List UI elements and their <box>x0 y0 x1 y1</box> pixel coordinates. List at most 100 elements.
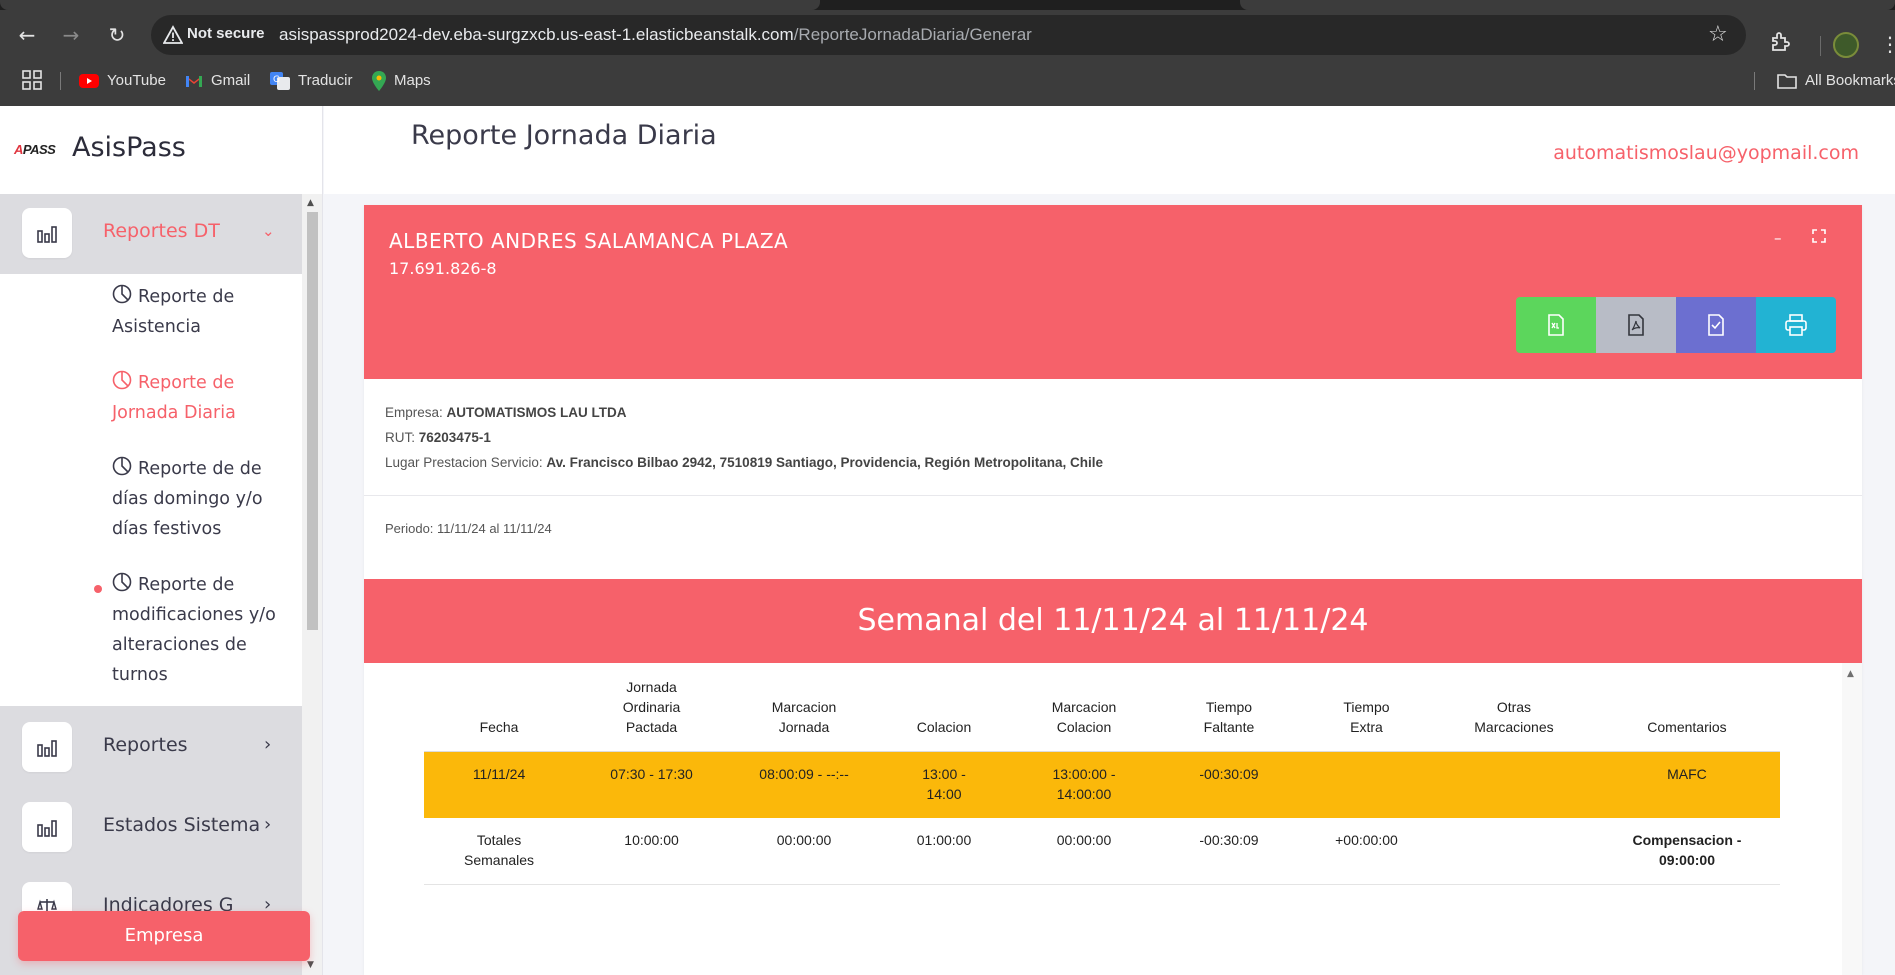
sidebar-scrollbar[interactable]: ▲ ▼ <box>302 194 322 975</box>
logo-text-a: A <box>14 142 23 157</box>
sidebar: APASS AsisPass Reportes DT ⌄ Reporte de … <box>0 106 323 975</box>
table-cell: -00:30:09 <box>1158 818 1299 885</box>
table-cell: 11/11/24 <box>424 751 575 818</box>
column-header: Fecha <box>424 673 575 752</box>
sidebar-group-estados-sistema[interactable]: Estados Sistema › <box>0 786 302 866</box>
scroll-up-icon[interactable]: ▲ <box>307 198 314 208</box>
warning-icon[interactable] <box>163 25 183 45</box>
sidebar-submenu: Reporte de Asistencia Reporte de Jornada… <box>0 274 302 706</box>
more-menu-icon[interactable]: ⋮ <box>1880 34 1895 54</box>
maps-icon <box>372 71 386 92</box>
sidebar-group-reportes[interactable]: Reportes › <box>0 706 302 786</box>
bookmark-maps[interactable]: Maps <box>372 70 431 92</box>
security-label[interactable]: Not secure <box>187 25 265 42</box>
table-cell: 10:00:00 <box>574 818 730 885</box>
brand-logo[interactable]: APASS <box>14 142 56 157</box>
table-header-row: Fecha Jornada Ordinaria Pactada Marcacio… <box>424 673 1780 752</box>
sidebar-item-reporte-domingos[interactable]: Reporte de de días domingo y/o días fest… <box>112 454 292 544</box>
logo-text-b: PASS <box>22 142 56 157</box>
tab-active[interactable] <box>0 0 820 10</box>
bookmark-star-icon[interactable]: ☆ <box>1708 23 1732 47</box>
address-bar[interactable]: Not secure asispassprod2024-dev.eba-surg… <box>151 15 1746 55</box>
svg-text:G: G <box>273 75 280 85</box>
export-pdf-button[interactable] <box>1596 297 1676 353</box>
brand-name: AsisPass <box>72 132 186 163</box>
scrollbar-thumb[interactable] <box>307 212 318 630</box>
minimize-icon[interactable]: – <box>1774 229 1782 247</box>
pie-clock-icon <box>112 572 132 592</box>
lugar-value: Av. Francisco Bilbao 2942, 7510819 Santi… <box>546 455 1104 470</box>
sidebar-group-label: Estados Sistema <box>103 814 261 836</box>
export-button-group <box>1516 297 1836 353</box>
bookmark-gmail[interactable]: Gmail <box>185 70 250 92</box>
forward-icon[interactable]: → <box>56 20 86 50</box>
browser-toolbar: ← → ↻ Not secure asispassprod2024-dev.eb… <box>0 0 1895 106</box>
column-header: Otras Marcaciones <box>1433 673 1594 752</box>
sidebar-item-reporte-modificaciones[interactable]: Reporte de modificaciones y/o alteracion… <box>112 570 292 690</box>
section-divider <box>364 495 1862 496</box>
column-header: Marcacion Colacion <box>1009 673 1159 752</box>
table-container: Fecha Jornada Ordinaria Pactada Marcacio… <box>364 663 1842 975</box>
table-cell: 13:00:00 - 14:00:00 <box>1009 751 1159 818</box>
chevron-right-icon: › <box>264 814 272 835</box>
table-cell: MAFC <box>1593 751 1780 818</box>
all-bookmarks-label: All Bookmarks <box>1805 72 1895 89</box>
bookmarks-divider <box>60 72 61 90</box>
apps-grid-icon[interactable] <box>22 70 42 90</box>
printer-icon <box>1785 314 1807 336</box>
toolbar-divider <box>1820 36 1821 56</box>
table-cell: 00:00:00 <box>729 818 880 885</box>
url-host: asispassprod2024-dev.eba-surgzxcb.us-eas… <box>279 25 794 44</box>
bookmark-youtube[interactable]: YouTube <box>79 70 166 92</box>
translate-icon: G <box>270 72 290 91</box>
table-cell <box>1433 751 1594 818</box>
employee-rut: 17.691.826-8 <box>389 259 497 278</box>
bookmark-translate[interactable]: G Traducir <box>270 70 352 92</box>
brand-header: APASS AsisPass <box>0 106 322 194</box>
column-header: Colacion <box>879 673 1009 752</box>
scroll-up-icon[interactable]: ▲ <box>1847 669 1854 679</box>
table-cell: +00:00:00 <box>1298 818 1434 885</box>
column-header: Comentarios <box>1593 673 1780 752</box>
company-rut-line: RUT: 76203475-1 <box>385 425 1103 450</box>
back-icon[interactable]: ← <box>12 20 42 50</box>
all-bookmarks[interactable]: All Bookmarks <box>1777 70 1895 92</box>
user-email[interactable]: automatismoslau@yopmail.com <box>1553 142 1859 164</box>
bar-chart-icon <box>22 208 72 258</box>
table-cell: 01:00:00 <box>879 818 1009 885</box>
column-header: Jornada Ordinaria Pactada <box>574 673 730 752</box>
table-cell: Totales Semanales <box>424 818 575 885</box>
url-text[interactable]: asispassprod2024-dev.eba-surgzxcb.us-eas… <box>279 25 1032 45</box>
profile-avatar[interactable] <box>1833 32 1859 58</box>
export-signed-doc-button[interactable] <box>1676 297 1756 353</box>
tab-inactive[interactable] <box>1240 0 1895 10</box>
empresa-button[interactable]: Empresa <box>18 911 310 961</box>
scroll-down-icon[interactable]: ▼ <box>307 960 314 970</box>
sidebar-group-reportes-dt[interactable]: Reportes DT ⌄ <box>0 194 302 274</box>
table-cell: Compensacion - 09:00:00 <box>1593 818 1780 885</box>
bookmarks-bar: YouTube Gmail G Traducir Maps All Bookmar… <box>0 64 1895 98</box>
print-button[interactable] <box>1756 297 1836 353</box>
sidebar-group-label: Reportes DT <box>103 220 220 242</box>
chevron-right-icon: › <box>264 734 272 755</box>
export-xls-button[interactable] <box>1516 297 1596 353</box>
fullscreen-icon[interactable] <box>1812 229 1826 247</box>
table-scrollbar[interactable]: ▲ <box>1842 663 1862 975</box>
week-title-banner: Semanal del 11/11/24 al 11/11/24 <box>364 579 1862 663</box>
sidebar-item-reporte-asistencia[interactable]: Reporte de Asistencia <box>112 282 292 342</box>
tab-strip <box>0 0 1895 10</box>
main-header: Reporte Jornada Diaria automatismoslau@y… <box>324 106 1895 194</box>
lugar-label: Lugar Prestacion Servicio: <box>385 455 543 470</box>
jornada-table: Fecha Jornada Ordinaria Pactada Marcacio… <box>424 673 1780 885</box>
sidebar-menu: Reportes DT ⌄ Reporte de Asistencia Repo… <box>0 194 302 975</box>
sidebar-item-label: Reporte de modificaciones y/o alteracion… <box>112 575 276 685</box>
empresa-value: AUTOMATISMOS LAU LTDA <box>446 405 627 420</box>
sidebar-group-label: Reportes <box>103 734 188 756</box>
bar-chart-icon <box>22 722 72 772</box>
table-row[interactable]: 11/11/24 07:30 - 17:30 08:00:09 - --:-- … <box>424 751 1780 818</box>
sidebar-item-reporte-jornada-diaria[interactable]: Reporte de Jornada Diaria <box>112 368 292 428</box>
employee-name: ALBERTO ANDRES SALAMANCA PLAZA <box>389 229 789 253</box>
youtube-icon <box>79 74 99 89</box>
reload-icon[interactable]: ↻ <box>102 20 132 50</box>
extensions-icon[interactable] <box>1769 30 1793 54</box>
